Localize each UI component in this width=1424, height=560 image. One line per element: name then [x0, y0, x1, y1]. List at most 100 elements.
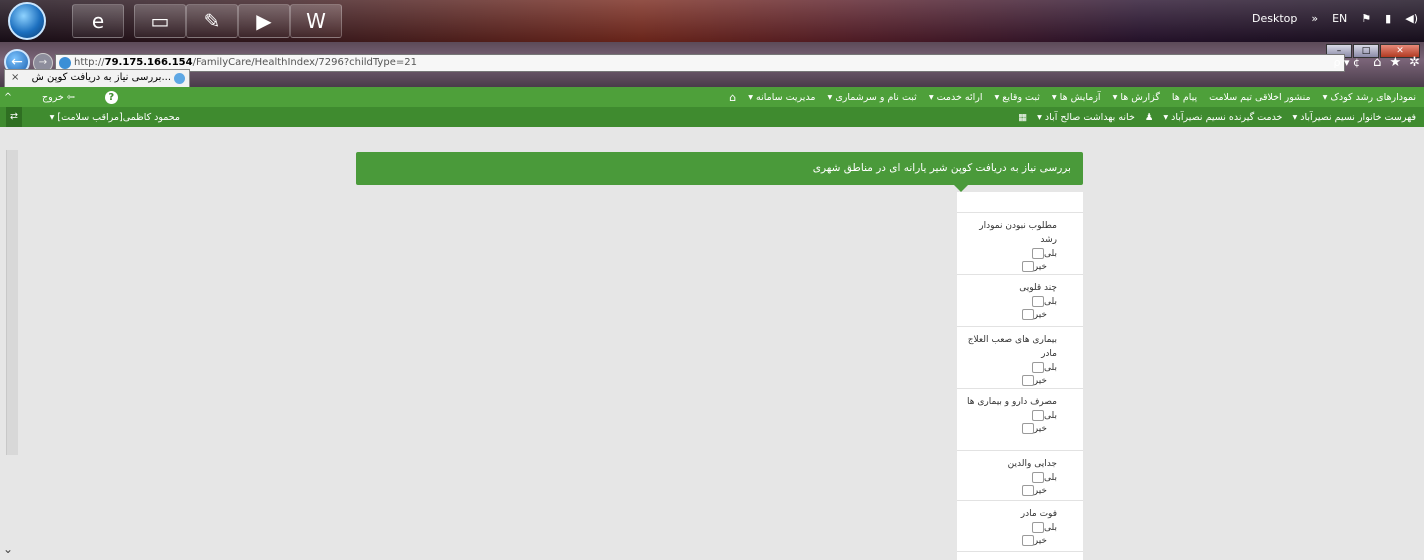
- yes-checkbox[interactable]: [1032, 522, 1044, 533]
- browser-chrome: – □ ✕ ← → http://79.175.166.154/FamilyCa…: [0, 42, 1424, 87]
- menu-growth-charts[interactable]: نمودارهای رشد کودک ▾: [1323, 92, 1416, 103]
- address-bar[interactable]: http://79.175.166.154/FamilyCare/HealthI…: [55, 54, 1345, 72]
- url-prefix: http://: [74, 57, 105, 68]
- yes-checkbox[interactable]: [1032, 362, 1044, 373]
- url-path: /FamilyCare/HealthIndex/7296?childType=2…: [192, 57, 417, 68]
- question-label: جدایی والدین: [1007, 459, 1057, 469]
- menu-registration-census[interactable]: ثبت نام و سرشماری ▾: [828, 92, 917, 103]
- help-icon[interactable]: ?: [104, 90, 118, 104]
- yes-checkbox[interactable]: [1032, 472, 1044, 483]
- menu-ethics-charter[interactable]: منشور اخلاقی تیم سلامت: [1209, 92, 1311, 103]
- language-indicator[interactable]: EN: [1332, 12, 1347, 25]
- breadcrumb: ▦ خانه بهداشت صالح آباد ▾ ♟ خدمت گیرنده …: [1018, 107, 1416, 127]
- question-medication-diseases: مصرف دارو و بیماری ها بلی خیر: [957, 388, 1083, 450]
- windows-taskbar: e ▭ ✎ ▶ W Desktop » EN ⚑ ▮ ◀): [0, 0, 1424, 42]
- yes-label: بلی: [1044, 362, 1057, 373]
- no-label: خیر: [1033, 485, 1047, 496]
- no-checkbox[interactable]: [1021, 375, 1034, 386]
- yes-label: بلی: [1044, 522, 1057, 533]
- logout-link[interactable]: خروج ⇦: [42, 92, 75, 103]
- folder-icon[interactable]: ▭: [134, 4, 186, 38]
- menu-reports[interactable]: گزارش ها ▾: [1113, 92, 1160, 103]
- yes-checkbox[interactable]: [1032, 410, 1044, 421]
- settings-gear-icon[interactable]: ✲: [1409, 55, 1420, 70]
- option-no: خیر: [965, 422, 1047, 435]
- browser-tab[interactable]: × ...بررسی نیاز به دریافت کوپن ش: [4, 69, 190, 87]
- pdf-icon[interactable]: ✎: [186, 4, 238, 38]
- option-yes: بلی: [965, 471, 1057, 484]
- start-button[interactable]: [8, 2, 46, 40]
- health-house-icon: ▦: [1018, 111, 1028, 123]
- no-checkbox[interactable]: [1021, 535, 1034, 546]
- option-yes: بلی: [965, 521, 1057, 534]
- question-label: بیماری های صعب العلاج مادر: [967, 335, 1057, 359]
- user-menu[interactable]: محمود کاظمی[مراقب سلامت] ▾ ⇄: [0, 107, 186, 127]
- person-icon: ♟: [1144, 111, 1154, 123]
- yes-label: بلی: [1044, 296, 1057, 307]
- no-checkbox[interactable]: [1021, 485, 1034, 496]
- tab-close-icon[interactable]: ×: [11, 70, 19, 86]
- no-label: خیر: [1033, 375, 1047, 386]
- word-icon[interactable]: W: [290, 4, 342, 38]
- yes-label: بلی: [1044, 472, 1057, 483]
- question-growth-chart: مطلوب نبودن نمودار رشد بلی خیر: [957, 212, 1083, 274]
- toolbar-chevron-icon[interactable]: »: [1311, 12, 1318, 25]
- menu-tests[interactable]: آزمایش ها ▾: [1052, 92, 1101, 103]
- option-yes: بلی: [965, 361, 1057, 374]
- question-label: فوت مادر: [1020, 509, 1057, 519]
- option-no: خیر: [965, 260, 1047, 273]
- menu-events[interactable]: ثبت وقایع ▾: [995, 92, 1040, 103]
- volume-icon[interactable]: ◀): [1405, 12, 1418, 25]
- question-multiple-birth: چند قلویی بلی خیر: [957, 274, 1083, 326]
- menu-service-delivery[interactable]: ارائه خدمت ▾: [929, 92, 983, 103]
- flag-icon[interactable]: ⚑: [1361, 12, 1371, 25]
- option-no: خیر: [965, 374, 1047, 387]
- option-no: خیر: [965, 534, 1047, 547]
- logout-label: خروج: [41, 91, 64, 103]
- question-mother-death: فوت مادر بلی خیر: [957, 500, 1083, 552]
- left-scroll-track[interactable]: [6, 150, 18, 455]
- yes-label: بلی: [1044, 248, 1057, 259]
- no-label: خیر: [1033, 261, 1047, 272]
- home-icon[interactable]: ⌂: [1373, 55, 1381, 70]
- form-title: بررسی نیاز به دریافت کوپن شیر یارانه ای …: [812, 162, 1071, 174]
- swap-user-icon[interactable]: ⇄: [6, 107, 22, 127]
- address-controls[interactable]: ρ ▾ ¢: [1334, 56, 1361, 69]
- ie-page-icon: [59, 57, 71, 69]
- tab-favicon-icon: [174, 73, 185, 84]
- favorites-star-icon[interactable]: ★: [1389, 55, 1401, 70]
- option-yes: بلی: [965, 409, 1057, 422]
- main-menu-bar: ^ خروج ⇦ ? ⌂ مدیریت سامانه ▾ ثبت نام و س…: [0, 87, 1424, 107]
- tab-title: ...بررسی نیاز به دریافت کوپن ش: [31, 72, 171, 83]
- menu-messages[interactable]: پیام ها: [1172, 92, 1197, 103]
- no-checkbox[interactable]: [1021, 261, 1034, 272]
- collapse-chevron-icon[interactable]: ^: [4, 92, 12, 103]
- main-menu: ⌂ مدیریت سامانه ▾ ثبت نام و سرشماری ▾ ار…: [729, 87, 1416, 107]
- scroll-down-icon[interactable]: ⌄: [3, 542, 13, 556]
- question-label: مصرف دارو و بیماری ها: [967, 397, 1057, 407]
- no-checkbox[interactable]: [1021, 309, 1034, 320]
- yes-label: بلی: [1044, 410, 1057, 421]
- user-label: محمود کاظمی[مراقب سلامت] ▾: [49, 111, 180, 123]
- questions-column: مطلوب نبودن نمودار رشد بلی خیر چند قلویی…: [957, 192, 1083, 560]
- media-player-icon[interactable]: ▶: [238, 4, 290, 38]
- option-yes: بلی: [965, 247, 1057, 260]
- yes-checkbox[interactable]: [1032, 296, 1044, 307]
- no-label: خیر: [1033, 423, 1047, 434]
- url-host: 79.175.166.154: [104, 57, 193, 68]
- menu-system-admin[interactable]: مدیریت سامانه ▾: [748, 92, 815, 103]
- yes-checkbox[interactable]: [1032, 248, 1044, 259]
- no-label: خیر: [1033, 309, 1047, 320]
- breadcrumb-service-recipient[interactable]: خدمت گیرنده نسیم نصیرآباد ▾: [1163, 112, 1282, 123]
- question-label: چند قلویی: [1019, 283, 1057, 293]
- no-label: خیر: [1033, 535, 1047, 546]
- home-icon[interactable]: ⌂: [729, 91, 736, 104]
- breadcrumb-health-house[interactable]: خانه بهداشت صالح آباد ▾: [1037, 112, 1135, 123]
- breadcrumb-household-list[interactable]: فهرست خانوار نسیم نصیرآباد ▾: [1292, 112, 1416, 123]
- network-icon[interactable]: ▮: [1385, 12, 1391, 25]
- question-mother-chronic-disease: بیماری های صعب العلاج مادر بلی خیر: [957, 326, 1083, 388]
- ie-icon[interactable]: e: [72, 4, 124, 38]
- no-checkbox[interactable]: [1021, 423, 1034, 434]
- desktop-toolbar-label[interactable]: Desktop: [1252, 12, 1297, 25]
- option-no: خیر: [965, 484, 1047, 497]
